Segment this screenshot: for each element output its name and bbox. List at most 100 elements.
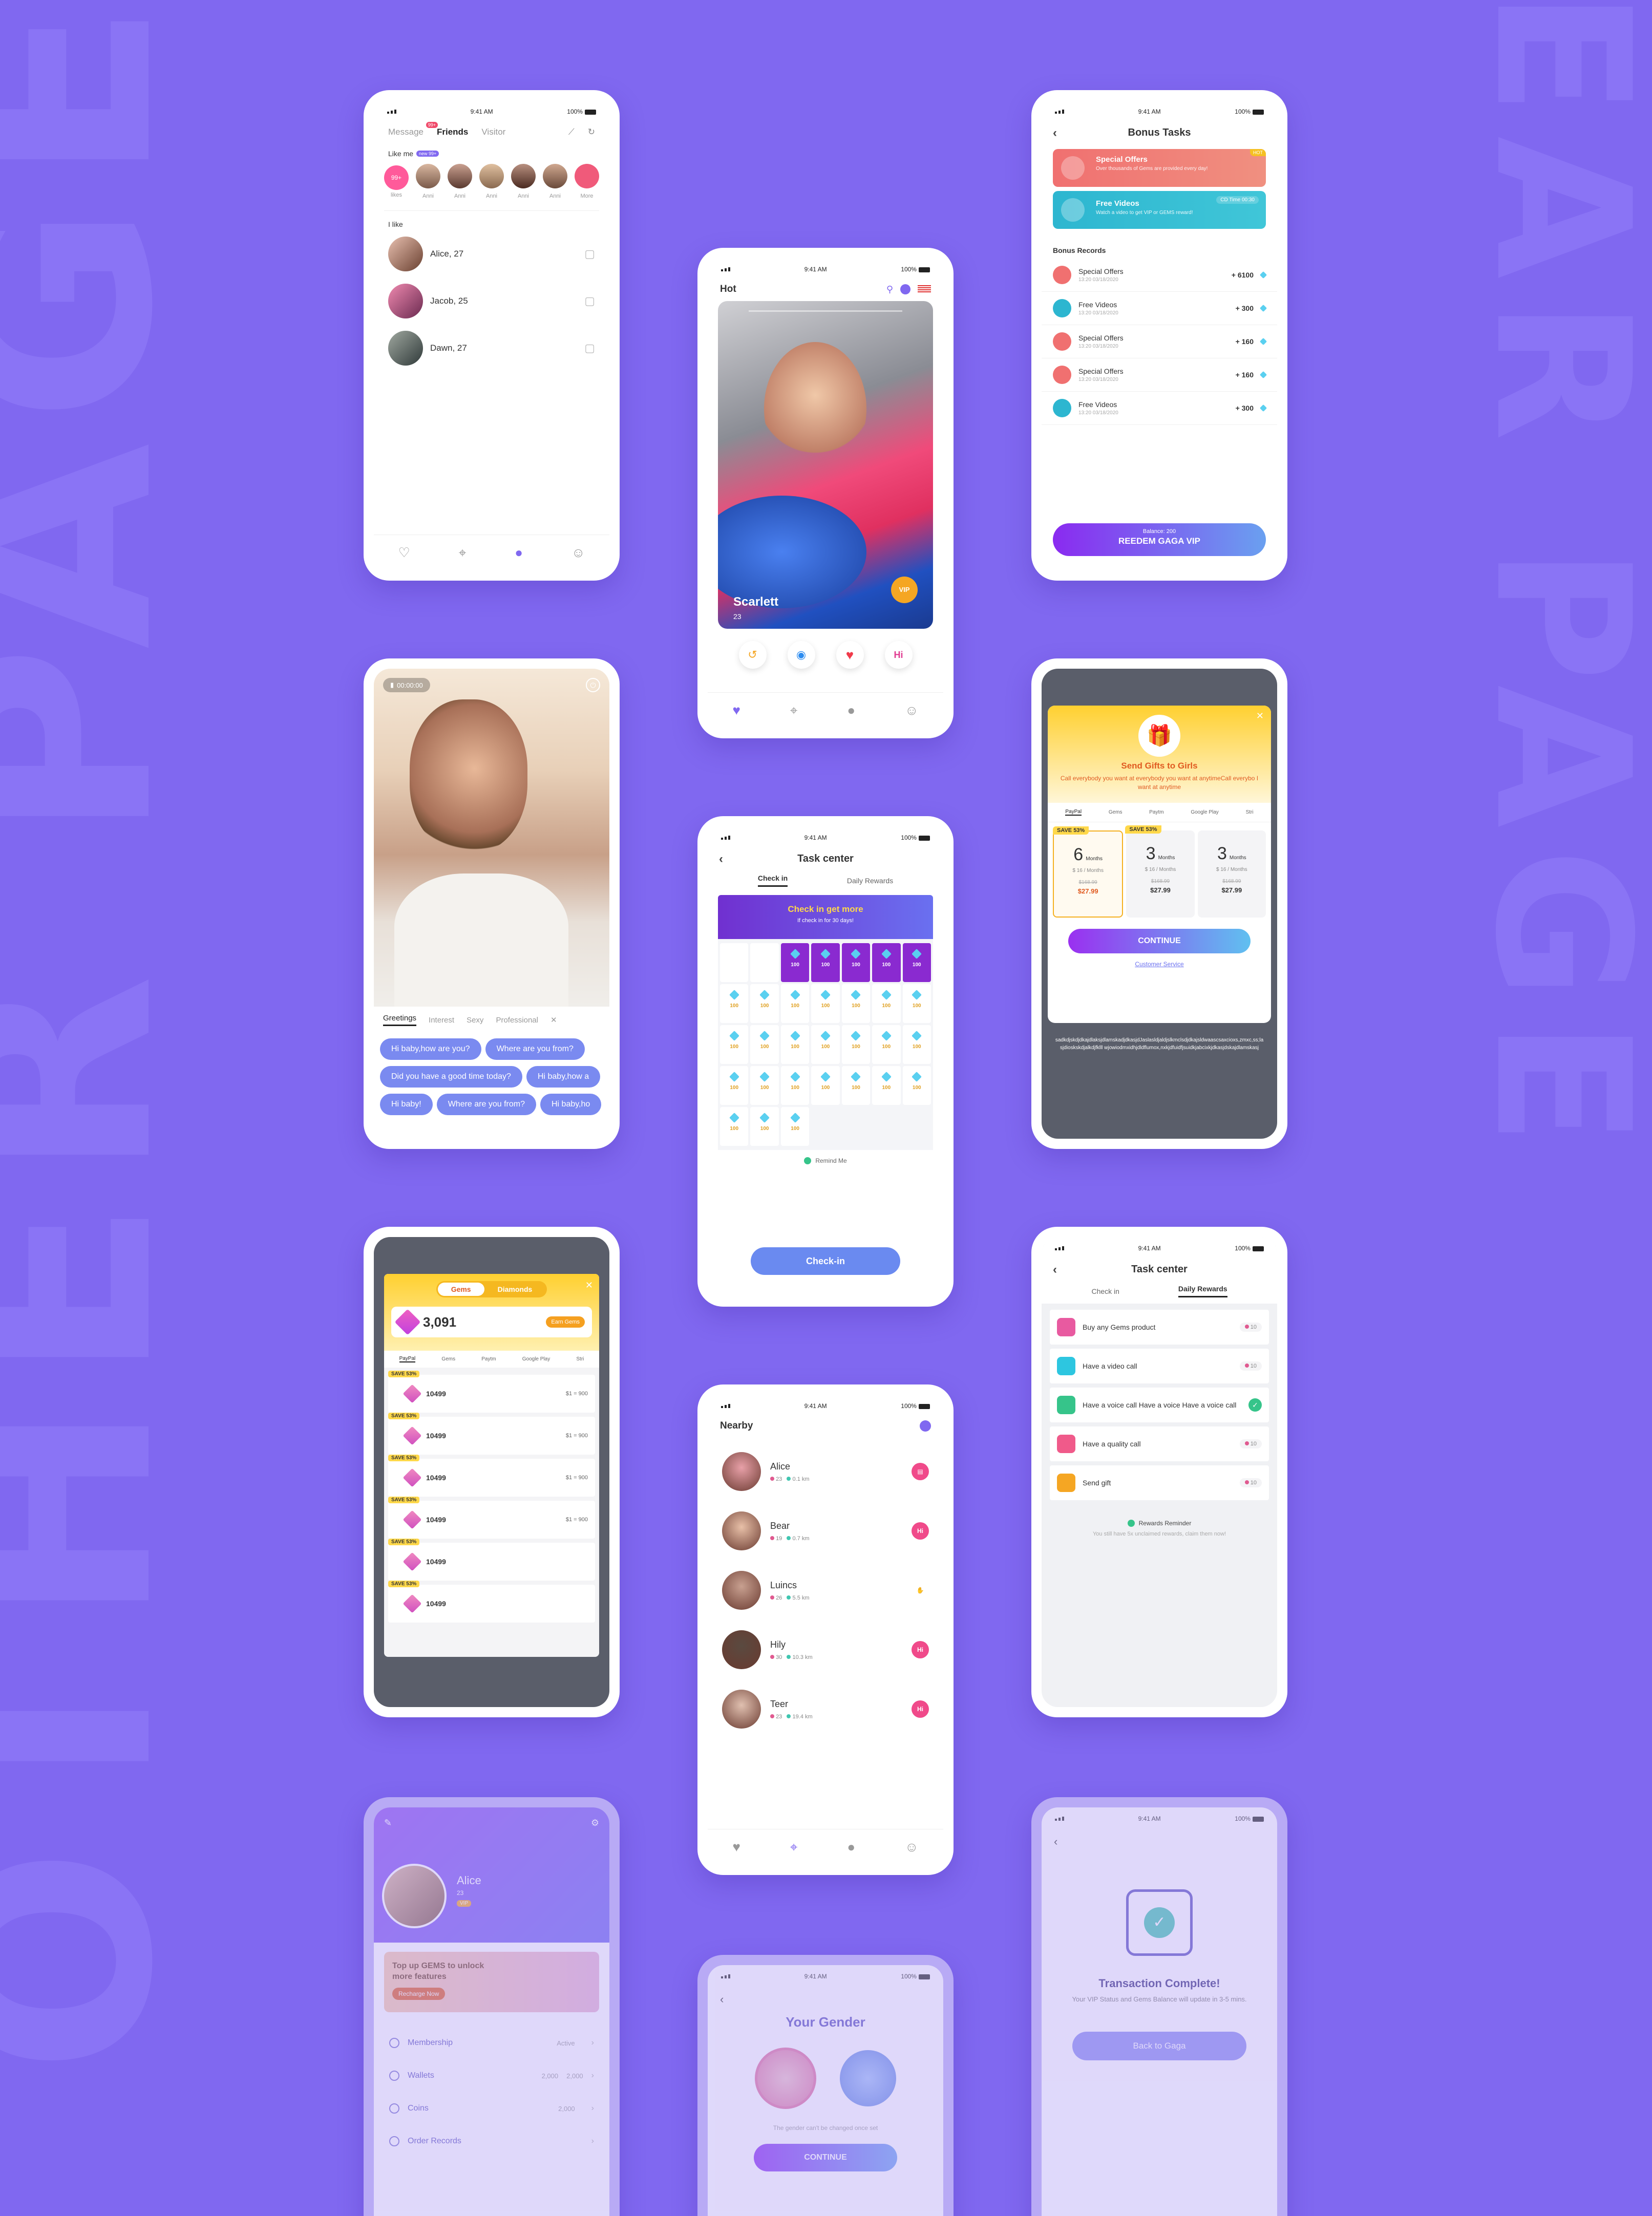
tab-daily-rewards[interactable]: Daily Rewards	[1178, 1285, 1227, 1297]
paypal-option[interactable]: PayPal	[399, 1356, 416, 1362]
menu-item[interactable]: Wallets 2,000 2,000 ›	[384, 2059, 599, 2092]
heart-icon[interactable]: ♥	[732, 1839, 740, 1855]
tab-friends[interactable]: Friends	[437, 127, 468, 137]
like-button[interactable]: ♥	[836, 641, 864, 669]
google-play-option[interactable]: Google Play	[1191, 809, 1218, 815]
like-me-item[interactable]: Anni	[479, 164, 504, 199]
chat-icon[interactable]: ▢	[584, 342, 595, 355]
checkin-day[interactable]: 100	[720, 1025, 749, 1064]
task-row[interactable]: Have a voice call Have a voice Have a vo…	[1050, 1388, 1269, 1422]
checkin-day[interactable]	[750, 943, 779, 982]
nearby-row[interactable]: Teer 23 19.4 km Hi	[708, 1679, 943, 1739]
chip[interactable]: Hi baby,how are you?	[380, 1038, 481, 1060]
chat-nav-icon[interactable]: ●	[847, 702, 855, 718]
tab-check-in[interactable]: Check in	[757, 874, 788, 887]
checkin-day[interactable]: 100	[750, 984, 779, 1023]
chat-icon[interactable]: ▢	[584, 247, 595, 261]
continue-button[interactable]: CONTINUE	[754, 2144, 897, 2171]
close-icon[interactable]: ✕	[550, 1015, 557, 1025]
avatar-icon[interactable]	[900, 284, 910, 294]
Hi-button[interactable]: Hi	[912, 1641, 929, 1658]
profile-icon[interactable]: ☺	[571, 545, 585, 561]
paytm-option[interactable]: Paytm	[481, 1356, 496, 1362]
checkin-day[interactable]: 100	[841, 943, 871, 982]
contact-row[interactable]: Dawn, 27 ▢	[374, 325, 609, 372]
like-me-item[interactable]: 99+ likes	[384, 165, 409, 198]
tab-daily-rewards[interactable]: Daily Rewards	[847, 877, 893, 885]
checkin-day[interactable]: 100	[720, 1066, 749, 1105]
female-option[interactable]	[755, 2048, 816, 2109]
back-icon[interactable]: ‹	[1042, 1830, 1277, 1853]
task-row[interactable]: Have a quality call 10	[1050, 1426, 1269, 1461]
checkin-day[interactable]: 100	[780, 1025, 810, 1064]
checkin-day[interactable]: 100	[811, 943, 840, 982]
continue-button[interactable]: CONTINUE	[1068, 929, 1251, 953]
settings-icon[interactable]: ⚙	[591, 1818, 599, 1828]
checkin-day[interactable]: 100	[780, 1066, 810, 1105]
checkin-day[interactable]	[720, 943, 749, 982]
checkin-day[interactable]: 100	[720, 1107, 749, 1146]
gem-package-row[interactable]: SAVE 53% 10499 $1 = 900	[388, 1455, 595, 1497]
contact-row[interactable]: Alice, 27 ▢	[374, 230, 609, 278]
checkin-day[interactable]: 100	[780, 943, 810, 982]
chip[interactable]: Did you have a good time today?	[380, 1066, 522, 1088]
checkin-day[interactable]: 100	[902, 943, 931, 982]
gem-package-row[interactable]: SAVE 53% 10499	[388, 1581, 595, 1623]
chip[interactable]: Hi baby!	[380, 1094, 433, 1115]
chat-nav-icon[interactable]: ●	[847, 1839, 855, 1855]
like-me-item[interactable]: Anni	[511, 164, 536, 199]
hot-card[interactable]: Scarlett 23 VIP	[718, 301, 933, 629]
profile-avatar[interactable]	[382, 1864, 447, 1928]
checkin-button[interactable]: Check-in	[751, 1247, 900, 1275]
like-me-item[interactable]: Anni	[448, 164, 472, 199]
chip[interactable]: Hi baby,how a	[526, 1066, 601, 1088]
location-icon[interactable]: ⌖	[459, 545, 467, 561]
gems-option[interactable]: Gems	[441, 1356, 455, 1362]
close-icon[interactable]: ✕	[585, 1280, 593, 1291]
back-icon[interactable]: ‹	[1053, 1263, 1057, 1277]
chip[interactable]: Where are you from?	[436, 1094, 536, 1115]
male-option[interactable]	[840, 2050, 896, 2106]
tab-interest[interactable]: Interest	[429, 1016, 454, 1025]
close-icon[interactable]: ✕	[1256, 711, 1264, 721]
boost-button[interactable]: ◉	[788, 641, 815, 669]
checkin-day[interactable]: 100	[872, 1066, 901, 1105]
pin-icon[interactable]: ⚲	[886, 284, 893, 295]
checkin-day[interactable]: 100	[841, 1066, 871, 1105]
paypal-option[interactable]: PayPal	[1065, 809, 1082, 816]
checkin-day[interactable]: 100	[872, 1025, 901, 1064]
profile-icon[interactable]: ☺	[905, 702, 919, 718]
task-row[interactable]: Have a video call 10	[1050, 1349, 1269, 1383]
back-to-gaga-button[interactable]: Back to Gaga	[1072, 2032, 1246, 2060]
chat-button[interactable]: ▤	[912, 1463, 929, 1480]
nearby-row[interactable]: Alice 23 0.1 km ▤	[708, 1442, 943, 1501]
topup-banner[interactable]: Top up GEMS to unlock more features Rech…	[384, 1952, 599, 2012]
customer-service-link[interactable]: Customer Service	[1048, 961, 1271, 968]
earn-gems-button[interactable]: Earn Gems	[546, 1316, 585, 1328]
profile-icon[interactable]: ☺	[905, 1839, 919, 1855]
tab-greetings[interactable]: Greetings	[383, 1014, 417, 1026]
checkin-day[interactable]: 100	[872, 984, 901, 1023]
hi-button[interactable]: Hi	[885, 641, 913, 669]
like-me-item[interactable]: Anni	[543, 164, 567, 199]
heart-icon[interactable]: ♡	[398, 545, 410, 561]
paytm-option[interactable]: Paytm	[1149, 809, 1163, 815]
checkin-day[interactable]: 100	[872, 943, 901, 982]
tab-gems[interactable]: Gems	[437, 1283, 484, 1296]
rewind-button[interactable]: ↺	[739, 641, 767, 669]
nearby-row[interactable]: Hily 30 10.3 km Hi	[708, 1620, 943, 1679]
location-icon[interactable]: ⌖	[790, 702, 798, 719]
filter-icon[interactable]	[920, 1420, 931, 1432]
heart-icon[interactable]: ♥	[732, 702, 740, 718]
tab-diamonds[interactable]: Diamonds	[484, 1283, 546, 1296]
chat-nav-icon[interactable]: ●	[515, 545, 523, 561]
nearby-row[interactable]: Luincs 26 5.5 km ✋	[708, 1561, 943, 1620]
nearby-row[interactable]: Bear 19 0.7 km Hi	[708, 1501, 943, 1561]
like-me-more[interactable]: More	[575, 164, 599, 199]
tab-message[interactable]: Message 99+	[388, 122, 438, 137]
plan-card[interactable]: SAVE 53% 3 Months $ 16 / Months $168.99 $…	[1125, 825, 1195, 918]
stripe-option[interactable]: Stri	[1246, 809, 1254, 815]
refresh-icon[interactable]: ↻	[588, 127, 595, 137]
remind-me[interactable]: Remind Me	[708, 1150, 943, 1171]
menu-item[interactable]: Membership Active ›	[384, 2027, 599, 2059]
